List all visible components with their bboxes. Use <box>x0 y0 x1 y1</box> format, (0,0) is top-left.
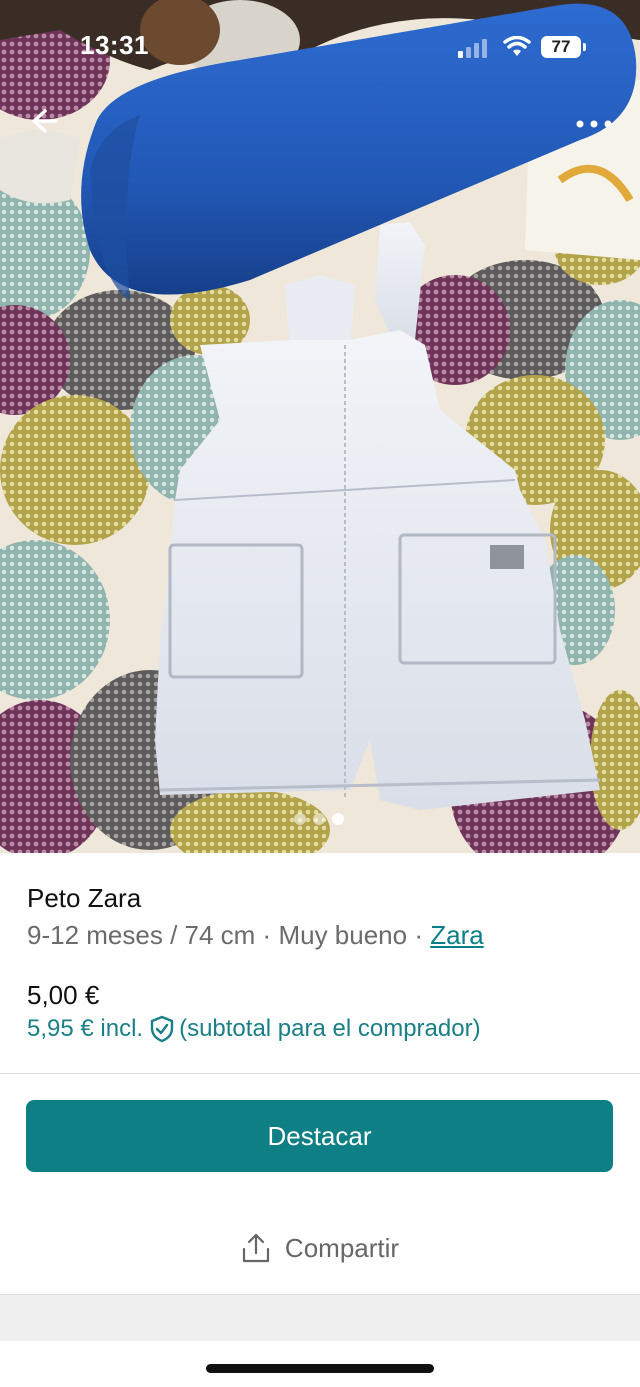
buyer-price[interactable]: 5,95 € incl. (subtotal para el comprador… <box>27 1015 481 1043</box>
divider <box>0 1073 640 1074</box>
product-image <box>0 0 640 853</box>
wifi-icon <box>503 36 531 56</box>
buyer-price-value: 5,95 € incl. <box>27 1015 144 1042</box>
item-title: Peto Zara <box>27 883 142 913</box>
arrow-left-icon[interactable] <box>22 100 68 146</box>
signal-icon <box>458 39 487 58</box>
battery-icon: 77 <box>541 36 586 58</box>
share-button[interactable]: Compartir <box>0 1222 640 1274</box>
item-condition: Muy bueno <box>278 920 408 950</box>
feature-button[interactable]: Destacar <box>26 1100 613 1172</box>
status-bar: 13:31 77 <box>0 0 640 96</box>
status-time: 13:31 <box>80 30 149 60</box>
more-dots-icon[interactable] <box>570 102 618 146</box>
section-separator <box>0 1295 640 1341</box>
item-subtitle: 9-12 meses / 74 cm · Muy bueno · Zara <box>27 916 617 954</box>
share-icon <box>242 1233 270 1263</box>
gallery-dot-active[interactable] <box>332 813 344 825</box>
share-label: Compartir <box>284 1232 400 1263</box>
item-size: 9-12 meses / 74 cm <box>27 920 256 950</box>
gallery-dot[interactable] <box>294 813 306 825</box>
gallery-dots[interactable] <box>294 813 344 825</box>
brand-link[interactable]: Zara <box>430 920 483 950</box>
buyer-price-note: (subtotal para el comprador) <box>179 1015 481 1042</box>
home-indicator <box>206 1364 434 1373</box>
shield-check-icon <box>150 1015 174 1043</box>
product-photo[interactable]: 13:31 77 <box>0 0 640 853</box>
item-details: Peto Zara 9-12 meses / 74 cm · Muy bueno… <box>27 880 617 954</box>
gallery-dot[interactable] <box>313 813 325 825</box>
separator: · <box>262 920 272 950</box>
separator: · <box>414 920 424 950</box>
item-price: 5,00 € <box>27 980 100 1010</box>
